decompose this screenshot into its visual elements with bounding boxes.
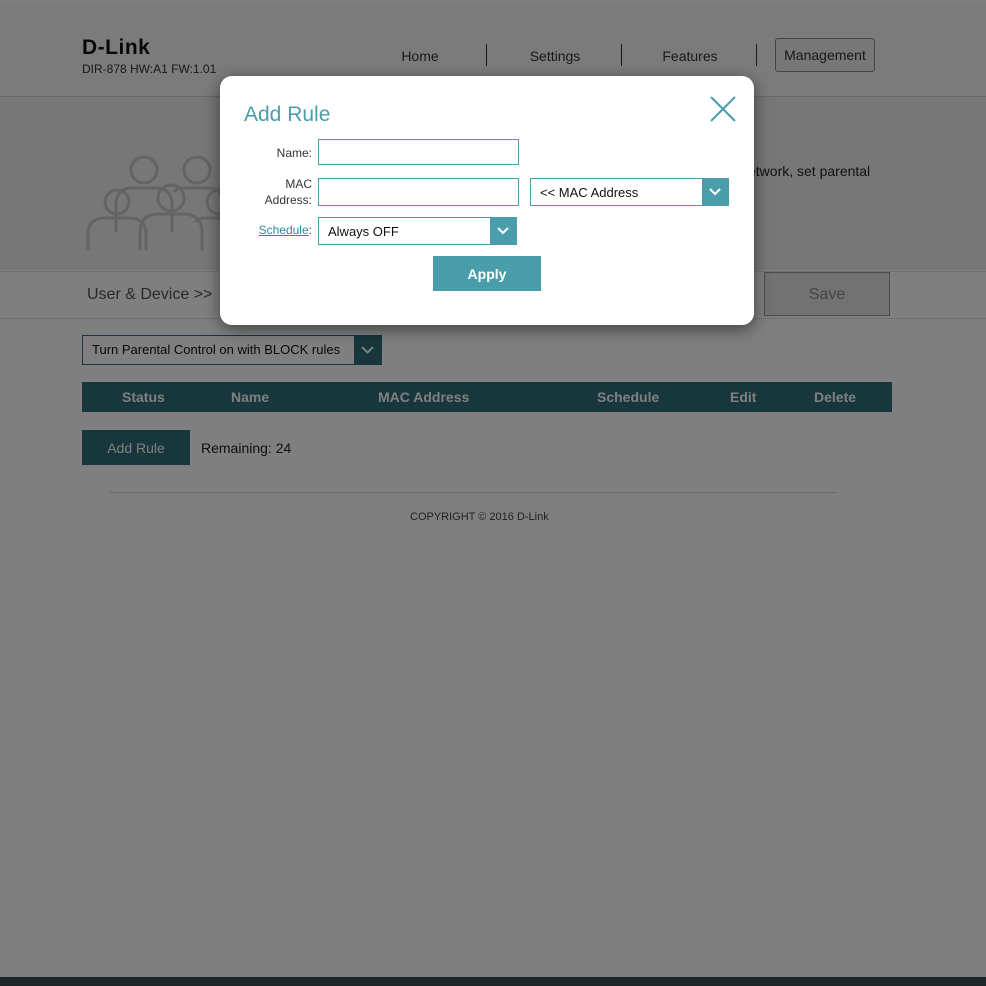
chevron-down-icon[interactable]	[702, 179, 728, 205]
taskbar-strip	[0, 977, 986, 986]
schedule-label: Schedule:	[258, 223, 312, 237]
chevron-down-icon[interactable]	[490, 218, 516, 244]
schedule-select[interactable]: Always OFF	[318, 217, 517, 245]
close-button[interactable]	[708, 94, 738, 124]
schedule-link[interactable]: Schedule	[259, 223, 309, 237]
close-icon	[710, 96, 736, 122]
dialog-title: Add Rule	[244, 103, 331, 126]
name-label: Name:	[276, 146, 312, 160]
name-input[interactable]	[318, 139, 519, 165]
mac-address-input[interactable]	[318, 178, 519, 206]
schedule-select-value: Always OFF	[328, 224, 399, 239]
mac-address-dropdown[interactable]: << MAC Address	[530, 178, 729, 206]
mac-address-dropdown-value: << MAC Address	[540, 185, 639, 200]
mac-address-label: MAC Address:	[264, 177, 312, 207]
apply-button[interactable]: Apply	[433, 256, 541, 291]
add-rule-dialog: Add Rule Name: MAC Address: << MAC Addre…	[220, 76, 754, 325]
